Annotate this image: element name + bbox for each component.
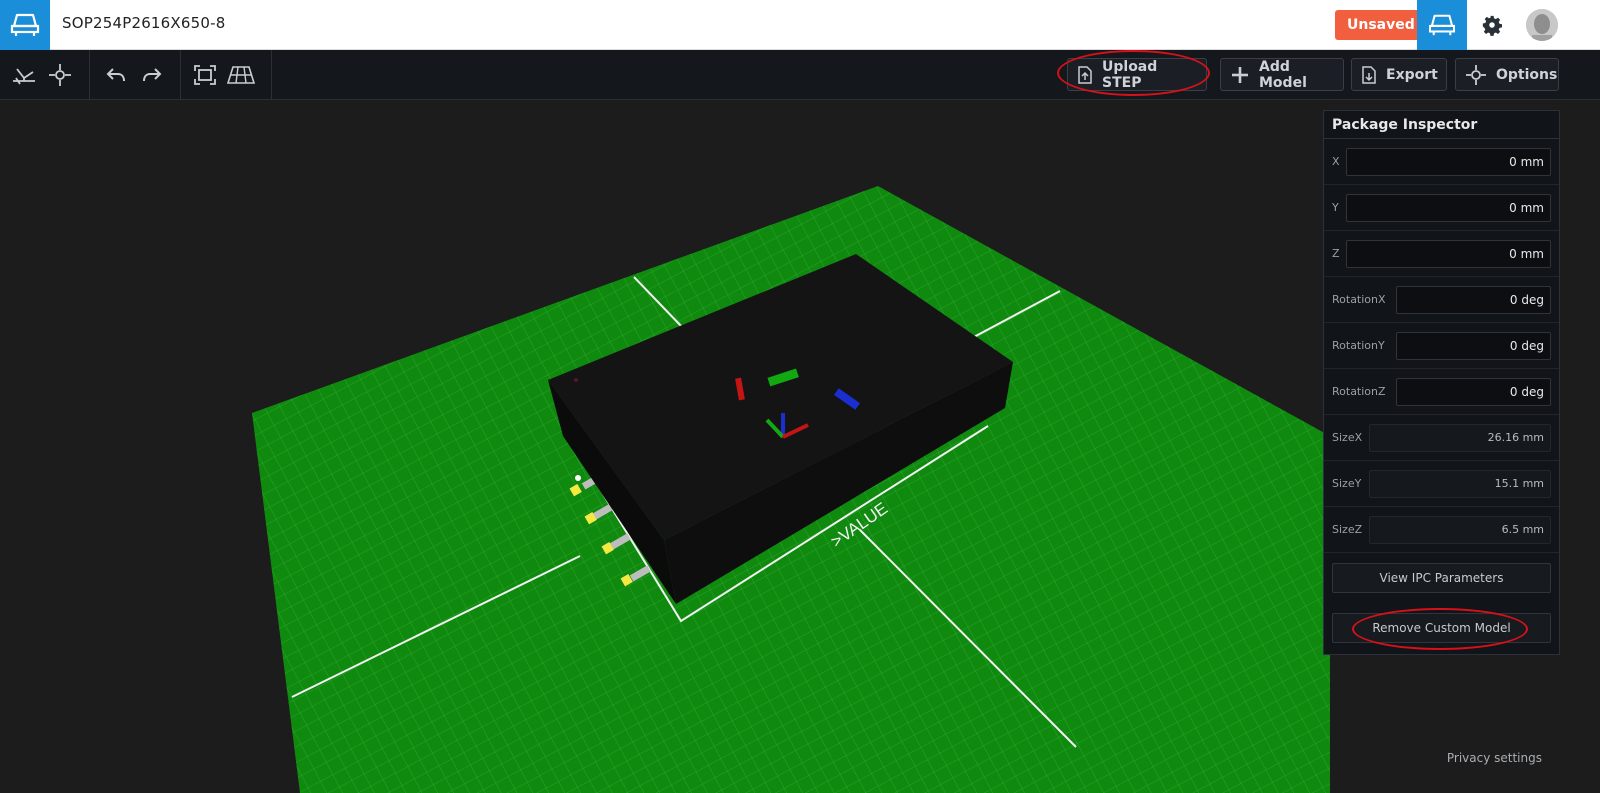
size-z-value: 6.5 mm <box>1369 516 1551 544</box>
inspector-row-z: Z 0 mm <box>1324 231 1559 277</box>
size-y-value: 15.1 mm <box>1369 470 1551 498</box>
rotation-x-field[interactable]: 0 deg <box>1396 286 1551 314</box>
view-tools-group <box>0 50 90 100</box>
size-x-value: 26.16 mm <box>1369 424 1551 452</box>
x-label: X <box>1332 155 1340 168</box>
inspector-row-size-x: SizeX 26.16 mm <box>1324 415 1559 461</box>
rotation-z-label: RotationZ <box>1332 385 1386 398</box>
inspector-row-size-z: SizeZ 6.5 mm <box>1324 507 1559 553</box>
user-avatar-icon[interactable] <box>1526 9 1558 41</box>
inspector-row-rotation-y: RotationY 0 deg <box>1324 323 1559 369</box>
privacy-settings-link[interactable]: Privacy settings <box>1447 751 1542 765</box>
export-button[interactable]: Export <box>1351 58 1447 91</box>
footprint-model-icon[interactable] <box>1417 0 1467 50</box>
remove-custom-model-button[interactable]: Remove Custom Model <box>1332 613 1551 643</box>
history-tools-group <box>90 50 181 100</box>
gear-icon[interactable] <box>1470 0 1514 50</box>
undo-icon[interactable] <box>98 57 134 93</box>
size-y-label: SizeY <box>1332 477 1362 490</box>
x-field[interactable]: 0 mm <box>1346 148 1551 176</box>
package-inspector-panel: Package Inspector X 0 mm Y 0 mm Z 0 mm R… <box>1323 110 1560 655</box>
redo-icon[interactable] <box>134 57 170 93</box>
add-model-label: Add Model <box>1259 58 1307 91</box>
upload-icon <box>1078 65 1092 84</box>
y-label: Y <box>1332 201 1339 214</box>
size-z-label: SizeZ <box>1332 523 1363 536</box>
plus-icon <box>1231 66 1249 84</box>
display-tools-group <box>181 50 272 100</box>
unsaved-status-badge: Unsaved <box>1335 10 1427 40</box>
rotation-z-field[interactable]: 0 deg <box>1396 378 1551 406</box>
grid-plane-icon[interactable] <box>223 57 259 93</box>
y-field[interactable]: 0 mm <box>1346 194 1551 222</box>
download-icon <box>1362 65 1376 84</box>
inspector-row-x: X 0 mm <box>1324 139 1559 185</box>
options-icon <box>1466 64 1486 85</box>
top-header: SOP254P2616X650-8 Unsaved <box>0 0 1600 50</box>
toolbar: Upload STEP Add Model Export Options <box>0 50 1600 100</box>
inspector-row-y: Y 0 mm <box>1324 185 1559 231</box>
upload-step-button[interactable]: Upload STEP <box>1067 58 1207 91</box>
upload-step-label: Upload STEP <box>1102 58 1158 91</box>
z-field[interactable]: 0 mm <box>1346 240 1551 268</box>
add-model-button[interactable]: Add Model <box>1220 58 1344 91</box>
rotation-x-label: RotationX <box>1332 293 1386 306</box>
options-button[interactable]: Options <box>1455 58 1559 91</box>
export-label: Export <box>1386 66 1438 83</box>
inspector-row-rotation-z: RotationZ 0 deg <box>1324 369 1559 415</box>
footprint-model-icon[interactable] <box>0 0 50 50</box>
pcb-view-icon[interactable] <box>6 57 42 93</box>
options-label: Options <box>1496 66 1558 83</box>
inspector-row-rotation-x: RotationX 0 deg <box>1324 277 1559 323</box>
view-ipc-parameters-button[interactable]: View IPC Parameters <box>1332 563 1551 593</box>
size-x-label: SizeX <box>1332 431 1363 444</box>
document-title: SOP254P2616X650-8 <box>62 14 226 32</box>
rotation-y-label: RotationY <box>1332 339 1385 352</box>
fit-view-icon[interactable] <box>187 57 223 93</box>
origin-crosshair-icon[interactable] <box>42 57 78 93</box>
rotation-y-field[interactable]: 0 deg <box>1396 332 1551 360</box>
inspector-row-size-y: SizeY 15.1 mm <box>1324 461 1559 507</box>
z-label: Z <box>1332 247 1340 260</box>
inspector-title: Package Inspector <box>1324 111 1559 139</box>
